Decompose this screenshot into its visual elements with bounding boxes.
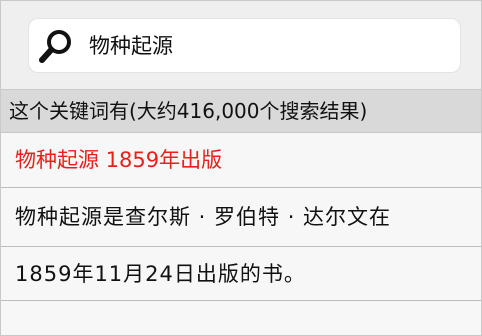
search-query-text[interactable]: 物种起源 [89,19,173,74]
result-title-link[interactable]: 物种起源 1859年出版 [15,133,222,188]
app-window: 物种起源 这个关键词有(大约416,000个搜索结果) 物种起源 1859年出版… [0,0,482,336]
result-description-line-1: 物种起源是查尔斯 · 罗伯特 · 达尔文在 [15,205,392,229]
search-icon [39,30,71,63]
result-description-row: 物种起源是查尔斯 · 罗伯特 · 达尔文在 [1,188,481,247]
result-title-row[interactable]: 物种起源 1859年出版 [1,133,481,188]
result-description-row: 1859年11月24日出版的书。 [1,247,481,301]
search-bar: 物种起源 [1,1,481,89]
results-count-text: 这个关键词有(大约416,000个搜索结果) [9,99,368,123]
result-list: 物种起源 1859年出版 物种起源是查尔斯 · 罗伯特 · 达尔文在 1859年… [1,133,481,335]
results-count-header: 这个关键词有(大约416,000个搜索结果) [1,89,481,133]
result-description-line-2: 1859年11月24日出版的书。 [15,262,306,286]
search-input[interactable]: 物种起源 [28,18,461,73]
